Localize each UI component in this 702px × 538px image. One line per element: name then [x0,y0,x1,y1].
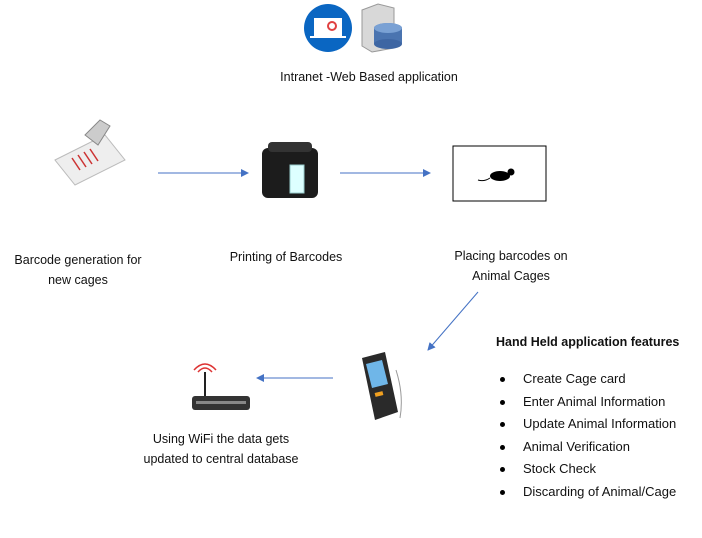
server-database-icon [361,3,402,53]
label-line: Placing barcodes on [454,249,568,263]
barcode-scanner-icon [54,119,126,186]
step-label-printing: Printing of Barcodes [229,250,343,264]
step-label-wifi: Using WiFi the data gets updated to centr… [121,429,321,469]
step-label-barcode-generation: Barcode generation for new cages [0,250,156,290]
laptop-dashboard-icon [304,4,352,52]
label-line: updated to central database [143,452,299,466]
header-title: Intranet -Web Based application [280,70,458,84]
features-list: Create Cage card Enter Animal Informatio… [498,368,676,504]
wifi-router-icon [192,363,250,410]
label-line: Barcode generation for [14,253,142,267]
list-item: Update Animal Information [498,413,676,436]
list-item: Discarding of Animal/Cage [498,481,676,504]
list-item: Stock Check [498,458,676,481]
mouse-icon [452,145,547,202]
label-line: Animal Cages [472,269,550,283]
list-item: Create Cage card [498,368,676,391]
barcode-printer-icon [262,142,318,198]
handheld-device-icon [362,352,402,420]
features-heading: Hand Held application features [496,335,680,349]
label-line: Using WiFi the data gets [152,432,290,446]
diagram-canvas: Intranet -Web Based application Barcode … [0,0,702,538]
list-item: Enter Animal Information [498,391,676,414]
step-label-placing: Placing barcodes on Animal Cages [431,246,591,286]
arrow-3 [427,291,479,351]
label-line: new cages [48,273,108,287]
list-item: Animal Verification [498,436,676,459]
